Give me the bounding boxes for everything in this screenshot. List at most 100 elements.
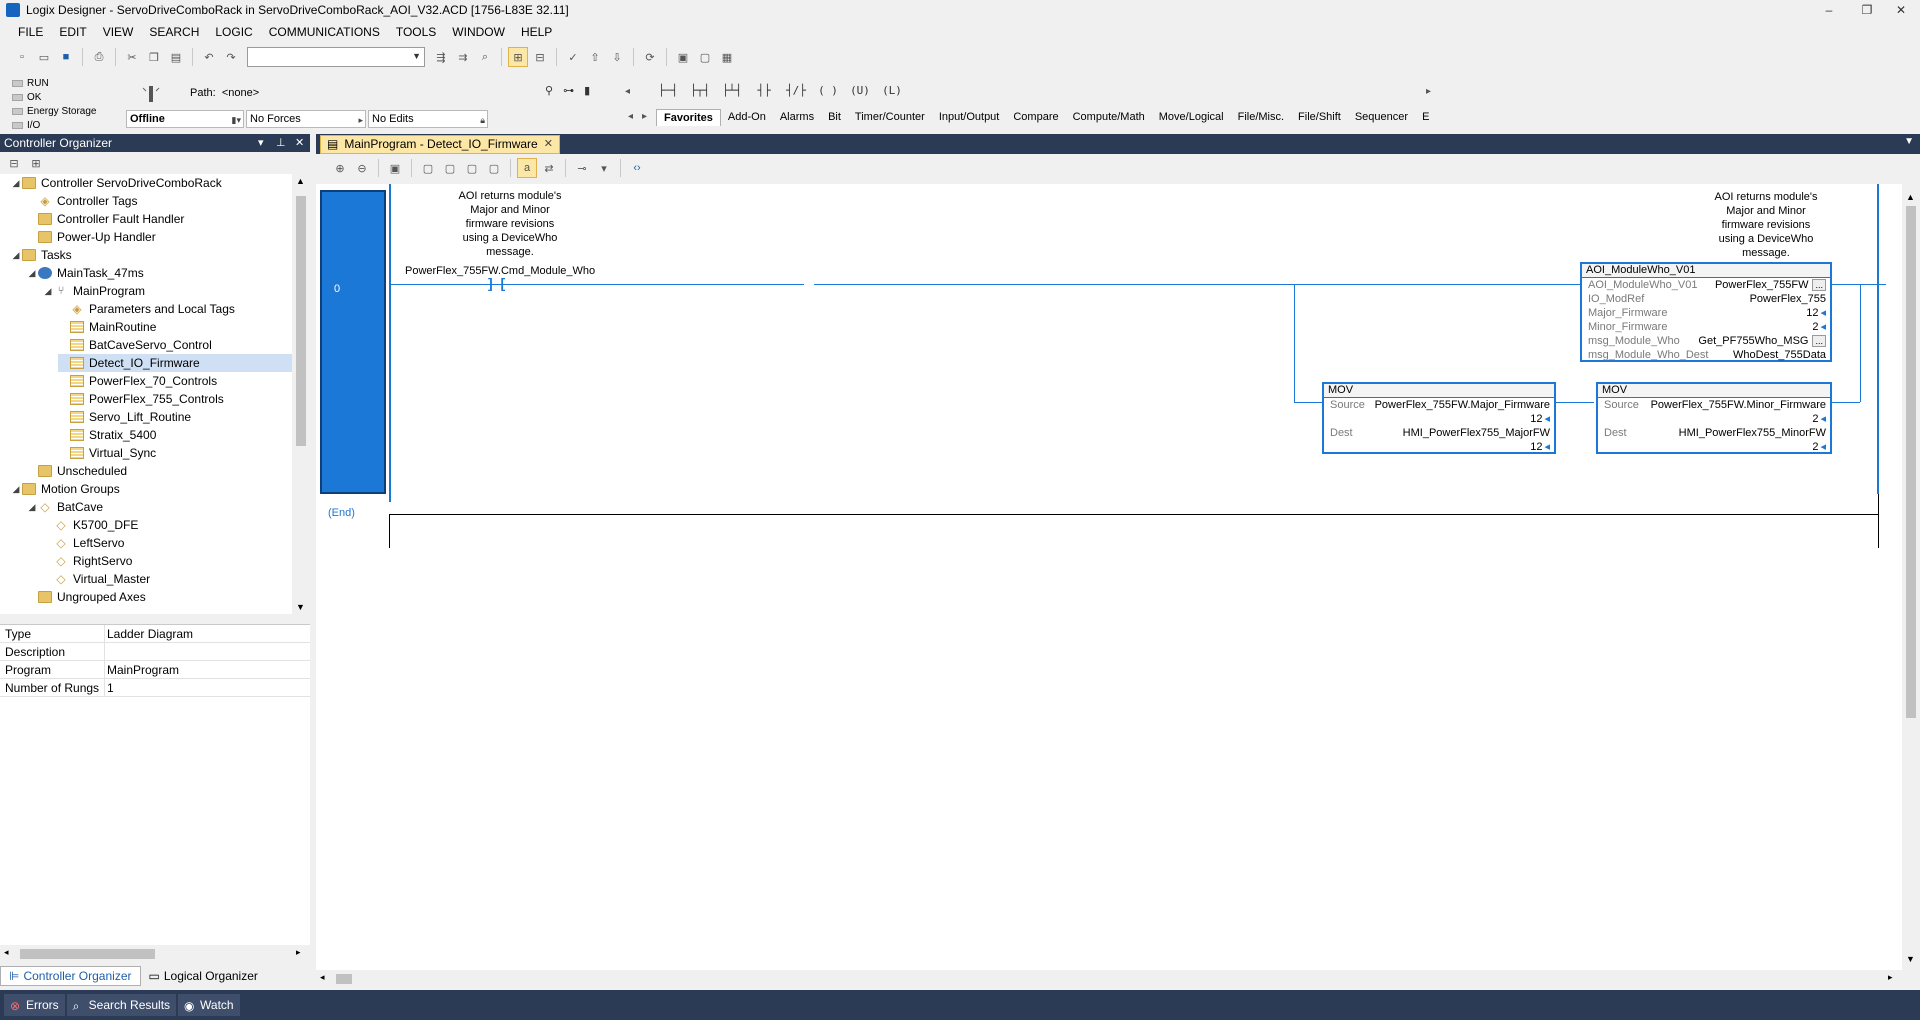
aoi-param-row[interactable]: msg_Module_Who Get_PF755Who_MSG... — [1582, 334, 1830, 348]
verify-icon[interactable]: ✓ — [563, 47, 583, 67]
zoom-out-icon[interactable]: ⊖ — [352, 158, 372, 178]
aoi-param-row[interactable]: Major_Firmware 12 ◂ — [1582, 306, 1830, 320]
tree-item[interactable]: Power-Up Handler — [26, 228, 292, 246]
scroll-thumb[interactable] — [296, 196, 306, 446]
tree-item[interactable]: ◢ Motion Groups — [10, 480, 292, 498]
tree-item[interactable]: ◢ Controller ServoDriveComboRack — [10, 174, 292, 192]
scroll-right-icon[interactable]: ▸ — [1426, 86, 1431, 97]
cancel-edit-icon[interactable]: ▢ — [462, 158, 482, 178]
instruction-tab[interactable]: Input/Output — [932, 109, 1007, 126]
menu-logic[interactable]: LOGIC — [207, 22, 260, 42]
document-menu-icon[interactable]: ▼ — [1904, 136, 1914, 147]
redo-icon[interactable]: ↷ — [221, 47, 241, 67]
scroll-left-icon[interactable]: ◂ — [4, 947, 9, 958]
tab-errors[interactable]: ⊗ Errors — [4, 994, 65, 1016]
close-icon[interactable]: ✕ — [295, 134, 304, 152]
scroll-thumb[interactable] — [336, 974, 352, 984]
editor-vscroll[interactable]: ▲ ▼ — [1902, 190, 1920, 968]
expand-all-icon[interactable]: ⊞ — [26, 153, 46, 173]
tree-item[interactable]: BatCaveServo_Control — [58, 336, 292, 354]
tree-scrollbar[interactable]: ▲ ▼ — [292, 174, 310, 614]
controller-mode[interactable]: Offline ▮▾ — [126, 110, 244, 128]
download-icon[interactable]: ⇩ — [607, 47, 627, 67]
assemble-edit-icon[interactable]: ▢ — [484, 158, 504, 178]
paste-icon[interactable]: ▤ — [166, 47, 186, 67]
ascii-editor-icon[interactable]: a — [517, 158, 537, 178]
expand-toggle-icon[interactable]: ◢ — [26, 268, 38, 279]
close-window-button[interactable]: ✕ — [1886, 0, 1916, 20]
xic-contact[interactable]: ] [ — [488, 275, 505, 291]
menu-file[interactable]: FILE — [10, 22, 51, 42]
instruction-tab[interactable]: File/Shift — [1291, 109, 1348, 126]
collapse-all-icon[interactable]: ⊟ — [4, 153, 24, 173]
branch-level-icon[interactable]: ├┴┤ — [720, 84, 744, 97]
rung-icon[interactable]: ├─┤ — [656, 84, 680, 97]
tree-item[interactable]: Ungrouped Axes — [26, 588, 292, 606]
tree-item[interactable]: Servo_Lift_Routine — [58, 408, 292, 426]
tree-item[interactable]: ◈ Parameters and Local Tags — [58, 300, 292, 318]
tree-item[interactable]: PowerFlex_755_Controls — [58, 390, 292, 408]
aoi-param-row[interactable]: AOI_ModuleWho_V01 PowerFlex_755FW... — [1582, 278, 1830, 292]
aoi-param-row[interactable]: IO_ModRef PowerFlex_755 — [1582, 292, 1830, 306]
expand-toggle-icon[interactable]: ◢ — [10, 484, 22, 495]
menu-search[interactable]: SEARCH — [141, 22, 207, 42]
chevron-down-icon[interactable]: ▾ — [594, 158, 614, 178]
rung-edit-icon[interactable]: ▣ — [385, 158, 405, 178]
instruction-tab[interactable]: Bit — [821, 109, 848, 126]
instruction-tab[interactable]: Add-On — [721, 109, 773, 126]
tree-item[interactable]: Detect_IO_Firmware — [58, 354, 292, 372]
instruction-tab[interactable]: Sequencer — [1348, 109, 1415, 126]
tree-item[interactable]: Virtual_Sync — [58, 444, 292, 462]
tab-scroll-left-icon[interactable]: ◂ — [628, 111, 633, 122]
xic-icon[interactable]: ┤├ — [752, 84, 776, 97]
tree-view-icon[interactable]: ⊟ — [530, 47, 550, 67]
copy-icon[interactable]: ❐ — [144, 47, 164, 67]
scroll-down-icon[interactable]: ▼ — [296, 602, 305, 612]
open-file-icon[interactable]: ▭ — [34, 47, 54, 67]
instruction-tab[interactable]: Timer/Counter — [848, 109, 932, 126]
mov-dest-row[interactable]: Dest HMI_PowerFlex755_MajorFW — [1324, 426, 1554, 440]
scroll-left-icon[interactable]: ◂ — [320, 972, 325, 983]
browse-button[interactable]: ... — [1812, 279, 1826, 291]
xio-icon[interactable]: ┤/├ — [784, 84, 808, 97]
minimize-button[interactable]: – — [1814, 0, 1844, 20]
menu-help[interactable]: HELP — [513, 22, 560, 42]
menu-window[interactable]: WINDOW — [444, 22, 513, 42]
edit-start-icon[interactable]: ▣ — [673, 47, 693, 67]
edits-status[interactable]: No Edits 🔒︎ — [368, 110, 488, 128]
start-edit-icon[interactable]: ▢ — [418, 158, 438, 178]
cut-icon[interactable]: ✂ — [122, 47, 142, 67]
print-icon[interactable]: ⎙ — [89, 47, 109, 67]
tree-item[interactable]: MainRoutine — [58, 318, 292, 336]
scroll-right-icon[interactable]: ▸ — [296, 947, 301, 958]
upload-icon[interactable]: ⇧ — [585, 47, 605, 67]
tab-watch[interactable]: ◉ Watch — [178, 994, 240, 1016]
save-icon[interactable]: ■ — [56, 47, 76, 67]
dropdown-icon[interactable]: ▾ — [258, 134, 264, 152]
forces-status[interactable]: No Forces ▸ — [246, 110, 366, 128]
instruction-tab[interactable]: Favorites — [656, 109, 721, 126]
menu-tools[interactable]: TOOLS — [388, 22, 444, 42]
online-icon[interactable]: ⟳ — [640, 47, 660, 67]
expand-toggle-icon[interactable]: ◢ — [26, 502, 38, 513]
scroll-down-icon[interactable]: ▼ — [1906, 954, 1915, 964]
tree-item[interactable]: ◈ Controller Tags — [26, 192, 292, 210]
tree-item[interactable]: ◢ ⑂ MainProgram — [42, 282, 292, 300]
tree-item[interactable]: ◢ Tasks — [10, 246, 292, 264]
tree-item[interactable]: Stratix_5400 — [58, 426, 292, 444]
tree-item[interactable]: ◇ Virtual_Master — [42, 570, 292, 588]
tree-item[interactable]: ◇ RightServo — [42, 552, 292, 570]
tree-item[interactable]: ◢ MainTask_47ms — [26, 264, 292, 282]
zoom-in-icon[interactable]: ⊕ — [330, 158, 350, 178]
instruction-tab[interactable]: File/Misc. — [1231, 109, 1291, 126]
bookmark-icon[interactable]: ⊸ — [572, 158, 592, 178]
aoi-param-row[interactable]: Minor_Firmware 2 ◂ — [1582, 320, 1830, 334]
close-tab-icon[interactable]: ✕ — [544, 136, 553, 153]
tree-item[interactable]: ◇ LeftServo — [42, 534, 292, 552]
scroll-right-icon[interactable]: ▸ — [1888, 972, 1893, 983]
organizer-toggle-icon[interactable]: ⊞ — [508, 47, 528, 67]
scroll-up-icon[interactable]: ▲ — [296, 176, 305, 186]
tab-search-results[interactable]: ⌕ Search Results — [66, 994, 177, 1016]
find-icon[interactable]: ⇶ — [431, 47, 451, 67]
controller-icon[interactable]: ▮ — [584, 84, 590, 97]
